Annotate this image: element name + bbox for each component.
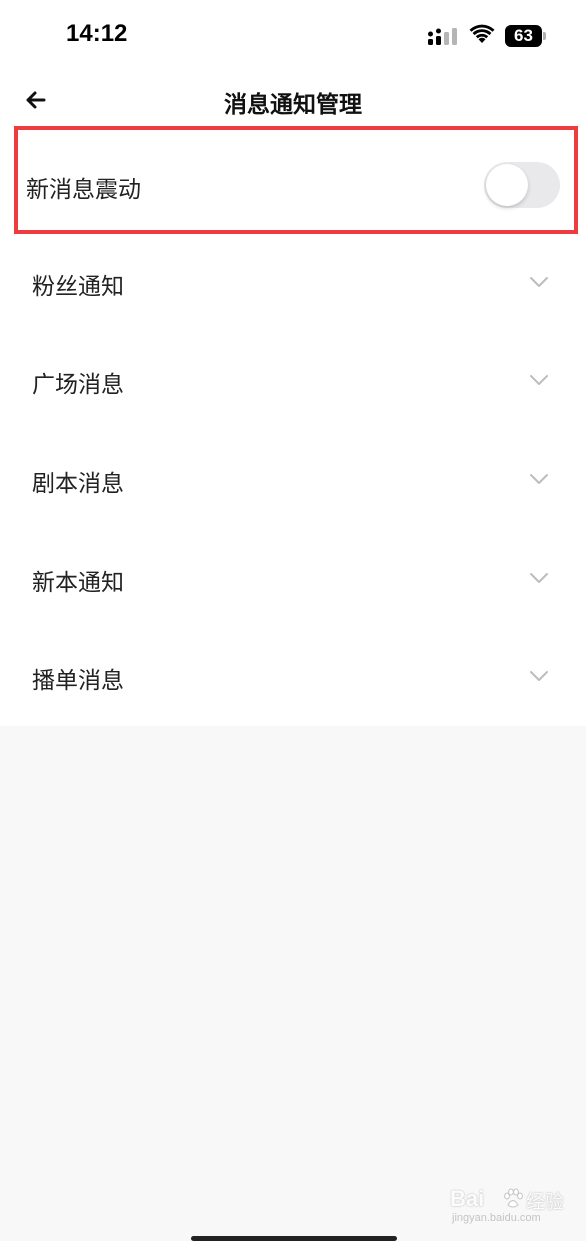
baidu-watermark: Bai 经验 jingyan.baidu.com — [450, 1186, 570, 1226]
chevron-down-icon — [530, 375, 548, 385]
list-item-label: 广场消息 — [32, 372, 124, 398]
signal-icon — [428, 28, 457, 45]
chevron-down-icon — [530, 573, 548, 583]
page-title: 消息通知管理 — [224, 92, 362, 118]
status-bar: 14:12 63 — [0, 0, 586, 72]
highlight-annotation-box — [14, 126, 578, 234]
list-item-plaza[interactable]: 广场消息 — [0, 330, 586, 428]
watermark-brand-cn: 经验 — [526, 1191, 565, 1213]
home-indicator — [191, 1236, 397, 1241]
nav-bar: 消息通知管理 — [0, 72, 586, 130]
list-item-label: 播单消息 — [32, 668, 124, 694]
chevron-down-icon — [530, 474, 548, 484]
list-item-label: 剧本消息 — [32, 471, 124, 497]
list-item-new-script[interactable]: 新本通知 — [0, 528, 586, 626]
battery-icon: 63 — [505, 25, 542, 47]
chevron-down-icon — [530, 277, 548, 287]
list-item-fans[interactable]: 粉丝通知 — [0, 232, 586, 330]
paw-icon — [504, 1188, 523, 1208]
chevron-down-icon — [530, 671, 548, 681]
list-item-playlist[interactable]: 播单消息 — [0, 626, 586, 724]
list-item-script[interactable]: 剧本消息 — [0, 429, 586, 527]
list-item-label: 新本通知 — [32, 570, 124, 596]
battery-cap — [543, 32, 546, 40]
watermark-brand: Bai — [450, 1186, 485, 1211]
status-time: 14:12 — [66, 20, 128, 47]
watermark-url: jingyan.baidu.com — [452, 1212, 541, 1224]
wifi-icon — [469, 24, 495, 43]
list-item-label: 粉丝通知 — [32, 274, 124, 300]
